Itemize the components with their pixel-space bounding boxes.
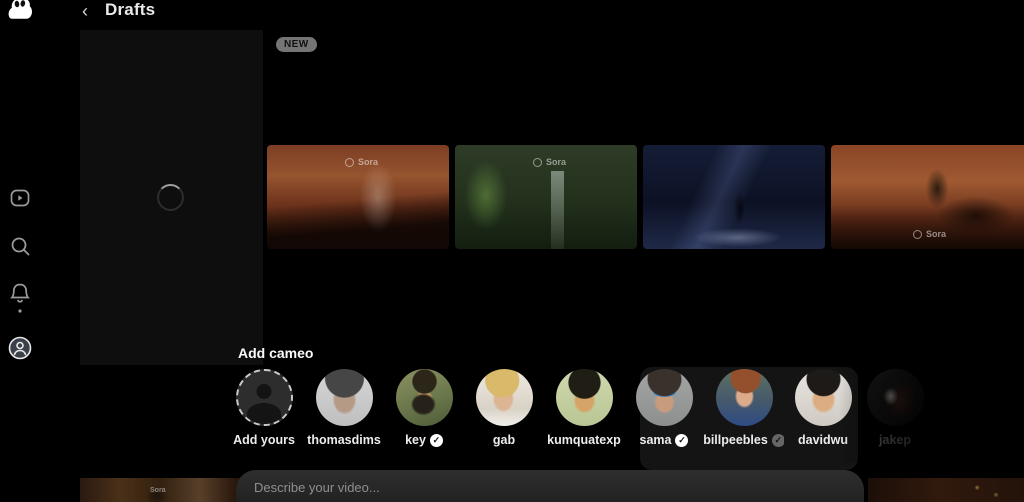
chevron-left-icon: ‹ [82,1,88,21]
sora-watermark-icon [345,158,354,167]
cameo-add-yours[interactable]: Add yours [224,369,304,447]
sidebar-item-profile[interactable] [8,336,32,360]
bell-icon [8,281,32,315]
sora-watermark-icon [913,230,922,239]
cameo-sama[interactable]: sama✓ [624,369,704,447]
back-button[interactable]: ‹ [74,0,96,22]
sora-logo[interactable] [7,0,33,22]
cameo-label: jakep [879,433,911,447]
profile-icon [8,336,32,360]
cameo-billpeebles[interactable]: billpeebles✓ [704,369,784,447]
sora-watermark: Sora [150,487,166,494]
sora-watermark: Sora [913,229,946,239]
loading-spinner [157,184,184,211]
sidebar-item-notifications[interactable] [8,281,32,305]
video-play-icon [8,186,32,210]
verified-badge-icon: ✓ [675,434,688,447]
video-prompt-input[interactable] [254,476,834,498]
page-title: Drafts [105,0,155,20]
new-badge: NEW [276,37,317,52]
sidebar-item-search[interactable] [8,234,32,258]
verified-badge-icon: ✓ [430,434,443,447]
avatar [636,369,693,426]
cameo-label: davidwu [798,433,848,447]
prompt-composer[interactable] [236,470,864,502]
draft-thumbnail-ice-skater[interactable] [643,145,825,249]
person-silhouette-icon [257,384,272,399]
cameo-label: sama [640,433,672,447]
cameo-label: Add yours [233,433,295,447]
sora-watermark: Sora [533,157,566,167]
avatar [556,369,613,426]
notification-dot [18,309,21,312]
avatar [316,369,373,426]
cameo-label: gab [493,433,515,447]
cameo-label: key [405,433,426,447]
cameo-davidwu[interactable]: davidwu [783,369,863,447]
draft-thumbnail-mars-astronaut[interactable]: Sora [267,145,449,249]
avatar [396,369,453,426]
sora-drafts-screen: ‹ Drafts NEW Sora Sora [0,0,1024,502]
avatar [476,369,533,426]
cameo-label: thomasdims [307,433,381,447]
background-video-thumbnail [868,478,1024,502]
cameo-jakep[interactable]: jakep [855,369,935,447]
cameo-kumquatexp[interactable]: kumquatexp [544,369,624,447]
draft-thumbnail-mars-rover[interactable]: Sora [831,145,1024,249]
cameo-gab[interactable]: gab [464,369,544,447]
sora-blob-icon [7,0,33,22]
cameo-thomasdims[interactable]: thomasdims [304,369,384,447]
search-icon [8,234,32,258]
add-cameo-avatar [236,369,293,426]
draft-thumbnail-forest-waterfall[interactable]: Sora [455,145,637,249]
avatar [867,369,924,426]
cameo-label: billpeebles [704,433,768,447]
add-cameo-label: Add cameo [238,345,313,361]
avatar [795,369,852,426]
sora-watermark: Sora [345,157,378,167]
cameo-key[interactable]: key ✓ [384,369,464,447]
sidebar-item-videos[interactable] [8,186,32,210]
avatar [716,369,773,426]
cameo-label: kumquatexp [547,433,621,447]
sora-watermark-icon [533,158,542,167]
